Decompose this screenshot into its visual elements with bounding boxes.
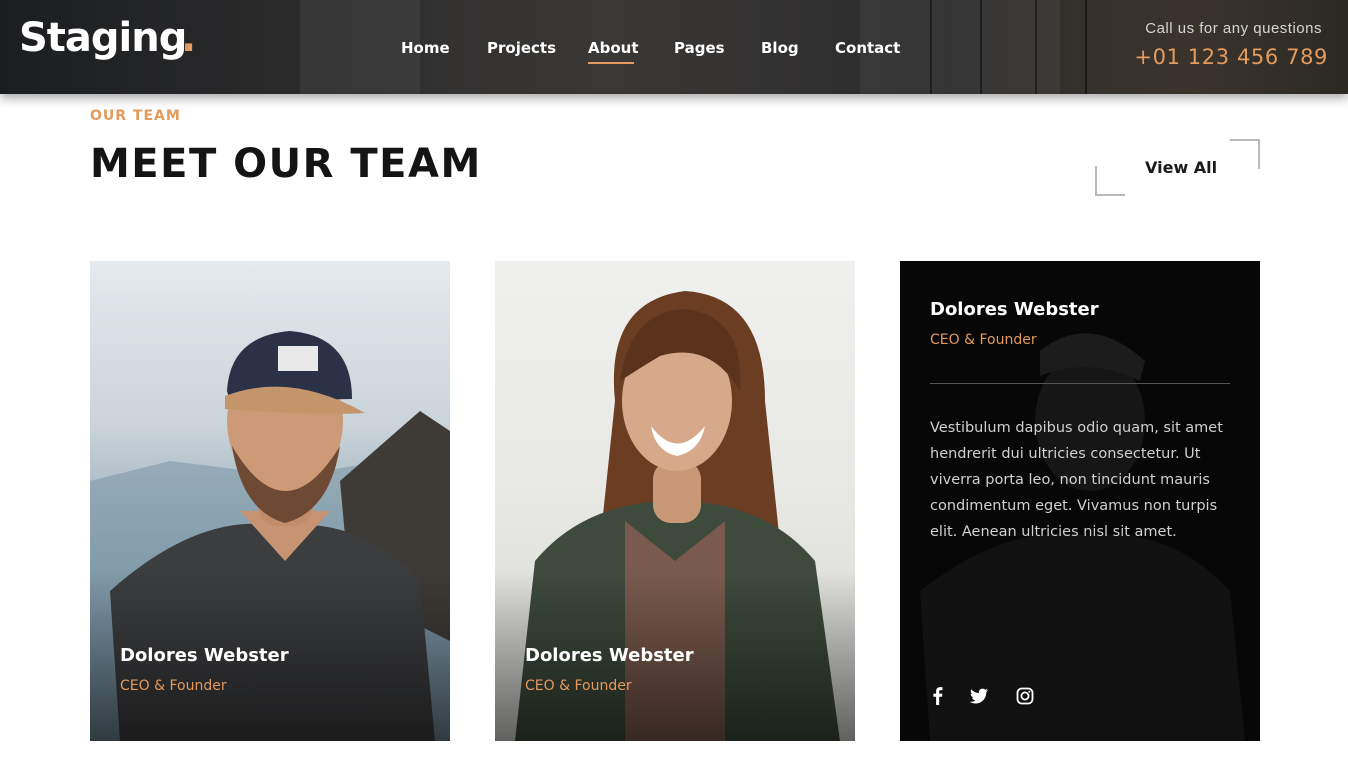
header-bg-window-frame <box>980 0 982 94</box>
site-header: Staging . Home Projects About Pages Blog… <box>0 0 1348 94</box>
nav-home[interactable]: Home <box>401 39 450 57</box>
instagram-icon[interactable] <box>1014 685 1036 707</box>
nav-pages[interactable]: Pages <box>674 39 725 57</box>
member-bio: Vestibulum dapibus odio quam, sit amet h… <box>930 420 1223 540</box>
nav-projects[interactable]: Projects <box>487 39 556 57</box>
nav-active-underline <box>588 62 634 64</box>
team-card-1[interactable]: Dolores Webster CEO & Founder <box>90 261 450 741</box>
header-bg-window-frame <box>930 0 932 94</box>
nav-blog[interactable]: Blog <box>761 39 799 57</box>
view-all-label: View All <box>1145 158 1218 177</box>
logo-dot: . <box>181 15 197 61</box>
nav-about[interactable]: About <box>588 39 639 57</box>
team-card-2[interactable]: Dolores Webster CEO & Founder <box>495 261 855 741</box>
phone-link[interactable]: +01 123 456 789 <box>1134 45 1328 69</box>
header-bg-window-frame <box>1085 0 1087 94</box>
card-divider <box>930 383 1230 384</box>
team-card-3[interactable]: Dolores Webster CEO & Founder Vestibulum… <box>900 261 1260 741</box>
header-bg-window-frame <box>1035 0 1037 94</box>
corner-decoration <box>1230 139 1260 169</box>
section-eyebrow: OUR TEAM <box>90 108 181 124</box>
section-title: MEET OUR TEAM <box>90 141 482 187</box>
member-name: Dolores Webster <box>525 645 694 666</box>
member-role: CEO & Founder <box>120 678 227 694</box>
twitter-icon[interactable] <box>968 685 990 707</box>
member-name: Dolores Webster <box>930 299 1099 320</box>
member-name: Dolores Webster <box>120 645 289 666</box>
nav-contact[interactable]: Contact <box>835 39 900 57</box>
site-logo[interactable]: Staging <box>19 15 187 61</box>
call-label: Call us for any questions <box>1145 20 1322 37</box>
member-role: CEO & Founder <box>525 678 632 694</box>
view-all-button[interactable]: View All <box>1095 139 1260 196</box>
corner-decoration <box>1095 166 1125 196</box>
facebook-icon[interactable] <box>927 685 949 707</box>
member-role: CEO & Founder <box>930 332 1037 348</box>
